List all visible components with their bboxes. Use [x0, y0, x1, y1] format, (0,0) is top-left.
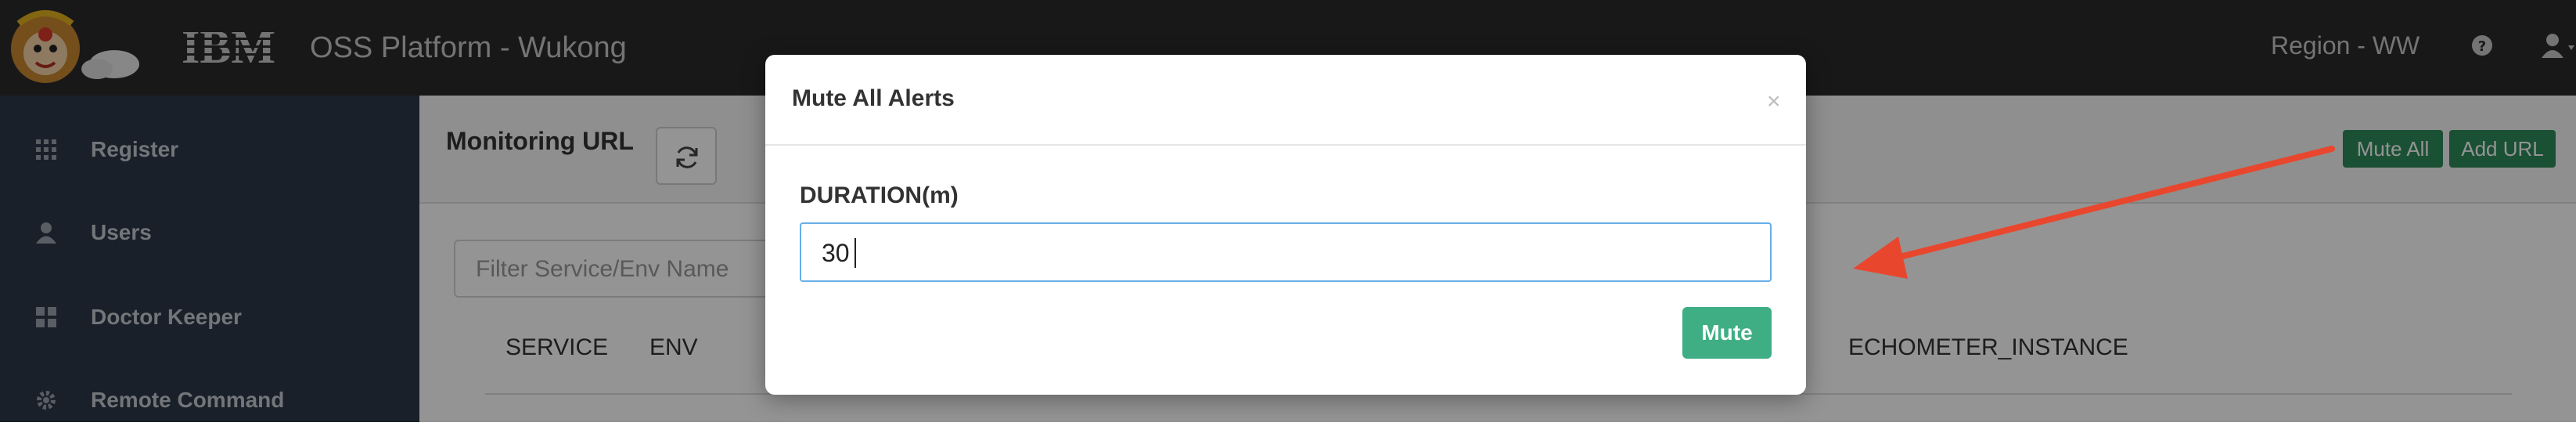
- duration-label: DURATION(m): [800, 182, 959, 208]
- modal-title: Mute All Alerts: [792, 85, 955, 111]
- text-caret: [854, 238, 856, 268]
- duration-input[interactable]: 30: [800, 222, 1772, 282]
- mute-alerts-modal: Mute All Alerts × DURATION(m) 30 Mute: [765, 55, 1806, 395]
- mute-button[interactable]: Mute: [1682, 307, 1772, 359]
- modal-header: Mute All Alerts ×: [765, 55, 1806, 146]
- duration-value: 30: [822, 239, 850, 267]
- close-icon[interactable]: ×: [1767, 88, 1781, 116]
